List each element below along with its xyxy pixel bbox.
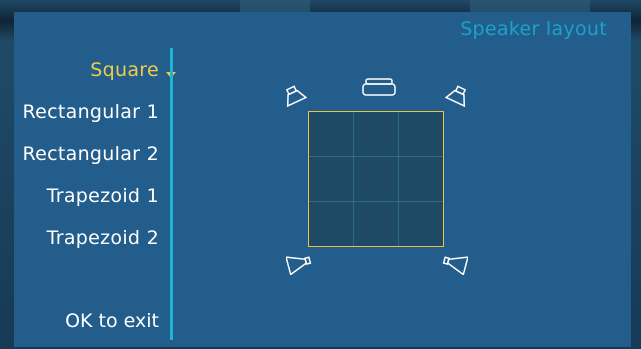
front-left-speaker-icon [285,85,308,108]
room-diagram [308,111,444,247]
menu-item-rectangular-2[interactable]: Rectangular 2 [23,143,159,165]
front-right-speaker-icon [444,85,467,108]
rear-left-speaker-icon [286,256,312,275]
ok-to-exit-hint: OK to exit [65,310,159,332]
speaker-layout-panel: Speaker layout Square Rectangular 1 Rect… [14,12,631,347]
menu-item-label: Rectangular 2 [22,143,159,165]
menu-item-rectangular-1[interactable]: Rectangular 1 [23,101,159,123]
rear-right-speaker-icon [442,256,468,275]
menu-item-square[interactable]: Square [90,59,159,81]
menu-item-label: Square [90,59,159,81]
menu-divider [170,48,173,340]
panel-title: Speaker layout [460,18,607,40]
center-speaker-icon [362,78,396,96]
menu-item-label: Trapezoid 2 [46,227,159,249]
menu-item-trapezoid-1[interactable]: Trapezoid 1 [47,185,159,207]
menu-item-trapezoid-2[interactable]: Trapezoid 2 [47,227,159,249]
menu-item-label: Trapezoid 1 [46,185,159,207]
menu-item-label: Rectangular 1 [22,101,159,123]
